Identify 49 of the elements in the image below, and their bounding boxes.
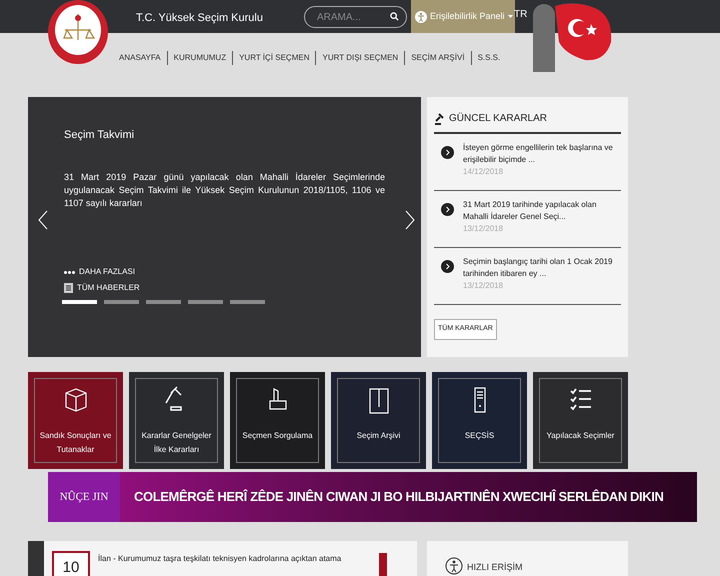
accent-bar	[379, 553, 387, 576]
newspaper-icon	[64, 283, 73, 293]
search-icon	[390, 12, 399, 21]
decision-date: 13/12/2018	[463, 280, 504, 292]
panel-title: GÜNCEL KARARLAR	[449, 112, 547, 126]
portrait-placeholder	[533, 4, 555, 72]
gavel-icon	[434, 112, 446, 124]
tile-label: Yapılacak Seçimler	[546, 430, 616, 442]
accessibility-icon	[445, 557, 463, 575]
date-badge: 10	[52, 551, 90, 576]
decision-link[interactable]: 31 Mart 2019 tarihinde yapılacak olan Mahalli İdareler Genel Seçi...	[463, 199, 621, 223]
all-news-link[interactable]: TÜM HABERLER	[77, 282, 140, 294]
service-tile[interactable]: Seçmen Sorgulama	[230, 372, 325, 469]
service-tile[interactable]: Yapılacak Seçimler	[533, 372, 628, 469]
nav-link[interactable]: ANASAYFA	[113, 52, 167, 64]
decision-date: 13/12/2018	[463, 223, 504, 235]
announcement-text[interactable]: İlan - Kurumumuz taşra teşkilatı teknisyen kadrolarına açıktan atama	[98, 553, 342, 565]
site-title: T.C. Yüksek Seçim Kurulu	[136, 11, 263, 26]
nav-link[interactable]: KURUMUMUZ	[168, 52, 232, 64]
nav-link[interactable]: YURT İÇİ SEÇMEN	[233, 52, 316, 64]
nav-link[interactable]: S.S.S.	[472, 52, 506, 64]
channel-name: NÛÇE JIN	[48, 472, 120, 522]
accessibility-icon	[415, 10, 427, 22]
emblem-logo	[47, 0, 109, 65]
tile-label: Seçmen Sorgulama	[241, 430, 314, 442]
quick-access-title: HIZLI ERİŞİM	[467, 561, 523, 574]
tile-label: Sandık Sonuçları ve Tutanaklar	[38, 430, 112, 456]
service-tile[interactable]: Sandık Sonuçları ve Tutanaklar	[28, 372, 123, 469]
tile-label: Kararlar Genelgeler İlke Kararları	[140, 430, 212, 456]
caret-icon	[508, 15, 513, 18]
service-tile[interactable]: SEÇSİS	[432, 372, 527, 469]
slide-text: 31 Mart 2019 Pazar günü yapılacak olan Mahalli İdareler Seçimlerinde uygulanacak Seçim Takvimi ile Yüksek Seçim Kurulunun 2018/1105, 1106 ve 1107 sayılı kararları	[64, 170, 385, 210]
slide-title: Seçim Takvimi	[64, 128, 136, 143]
service-tile[interactable]: Kararlar Genelgeler İlke Kararları	[129, 372, 224, 469]
nav-link[interactable]: YURT DIŞI SEÇMEN	[316, 52, 404, 64]
decision-link[interactable]: İsteyen görme engellilerin tek başlarına ve erişilebilir biçimde ...	[463, 142, 621, 166]
service-tile[interactable]: Seçim Arşivi	[331, 372, 426, 469]
decision-link[interactable]: Seçimin başlangıç tarihi olan 1 Ocak 2019 tarihinden itibaren ey ...	[463, 256, 621, 280]
tile-label: SEÇSİS	[464, 430, 496, 442]
more-link[interactable]: DAHA FAZLASI	[79, 266, 136, 278]
search-field[interactable]: ARAMA...	[304, 6, 407, 28]
tile-label: Seçim Arşivi	[356, 430, 402, 442]
decision-date: 14/12/2018	[463, 166, 504, 178]
nav-link[interactable]: SEÇİM ARŞİVİ	[405, 52, 471, 64]
chevron-circle-icon[interactable]	[441, 203, 454, 216]
chevron-circle-icon[interactable]	[441, 260, 454, 273]
dots-icon	[64, 270, 75, 274]
ticker-headline: COLEMÊRGÊ HERÎ ZÊDE JINÊN CIWAN JI BO HILBIJARTINÊN XWECIHÎ SERLÊDAN DIKIN	[133, 488, 664, 506]
chevron-circle-icon[interactable]	[441, 146, 454, 159]
